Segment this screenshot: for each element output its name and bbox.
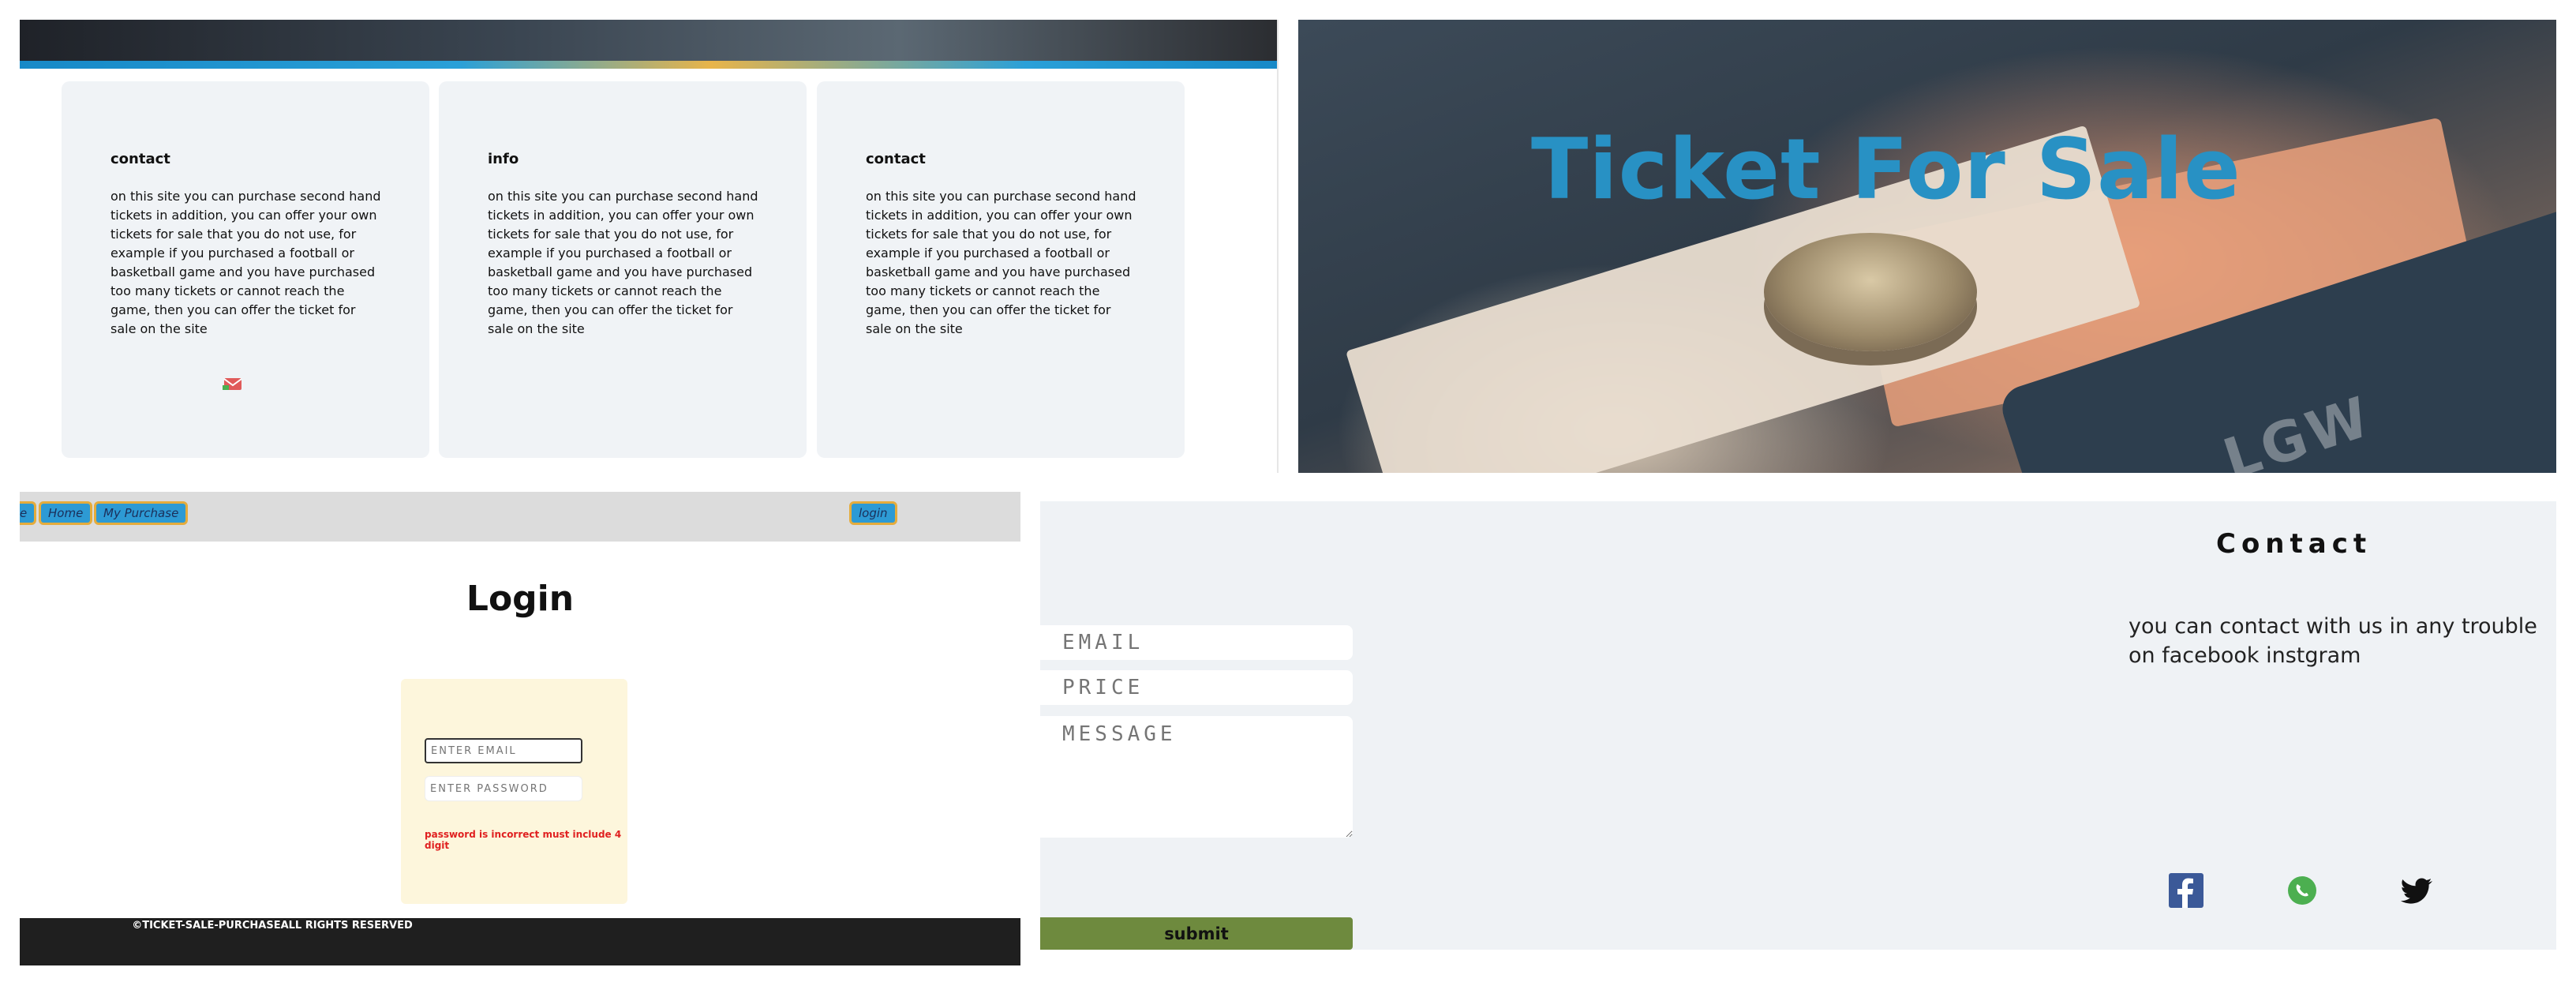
- card-info: info on this site you can purchase secon…: [439, 81, 807, 458]
- navbar: e Home My Purchase login: [20, 492, 1020, 542]
- card-contact: contact on this site you can purchase se…: [817, 81, 1185, 458]
- page-title: Login: [466, 579, 575, 619]
- card-title: contact: [866, 151, 926, 167]
- password-input[interactable]: [425, 776, 582, 801]
- nav-button-partial[interactable]: e: [20, 501, 37, 525]
- message-field[interactable]: [1040, 716, 1353, 838]
- card-title: info: [488, 151, 519, 167]
- card-text: on this site you can purchase second han…: [488, 189, 758, 336]
- header-stripe: [20, 61, 1277, 69]
- submit-button[interactable]: submit: [1040, 917, 1353, 950]
- footer: ©TICKET-SALE-PURCHASEALL RIGHTS RESERVED: [20, 918, 1020, 965]
- nav-button-my-purchase[interactable]: My Purchase: [94, 501, 189, 525]
- login-page: e Home My Purchase login Login password …: [20, 492, 1020, 965]
- card-text: on this site you can purchase second han…: [110, 189, 381, 336]
- twitter-icon[interactable]: [2401, 873, 2436, 908]
- hero-banner: LGW Ticket For Sale: [1298, 20, 2556, 473]
- error-message: password is incorrect must include 4 dig…: [425, 829, 622, 851]
- card-text: on this site you can purchase second han…: [866, 189, 1136, 336]
- contact-description: you can contact with us in any trouble o…: [2129, 614, 2537, 668]
- card-contact: contact on this site you can purchase se…: [62, 81, 429, 458]
- email-input[interactable]: [425, 738, 582, 763]
- price-field[interactable]: [1040, 670, 1353, 705]
- login-form: password is incorrect must include 4 dig…: [401, 679, 627, 904]
- hero-image-coin: [1764, 233, 1977, 351]
- nav-button-login[interactable]: login: [849, 501, 897, 525]
- header-banner: [20, 20, 1277, 61]
- envelope-icon[interactable]: [223, 373, 243, 394]
- info-cards-section: contact on this site you can purchase se…: [20, 20, 1279, 473]
- footer-copyright: ©TICKET-SALE-PURCHASEALL RIGHTS RESERVED: [132, 920, 413, 932]
- hero-title: Ticket For Sale: [1531, 121, 2241, 218]
- card-title: contact: [110, 151, 170, 167]
- contact-heading: Contact: [2216, 528, 2372, 560]
- whatsapp-icon[interactable]: [2285, 873, 2320, 908]
- contact-section: submit Contact you can contact with us i…: [1040, 501, 2556, 950]
- facebook-icon[interactable]: [2169, 873, 2203, 908]
- email-field[interactable]: [1040, 625, 1353, 660]
- nav-button-home[interactable]: Home: [39, 501, 93, 525]
